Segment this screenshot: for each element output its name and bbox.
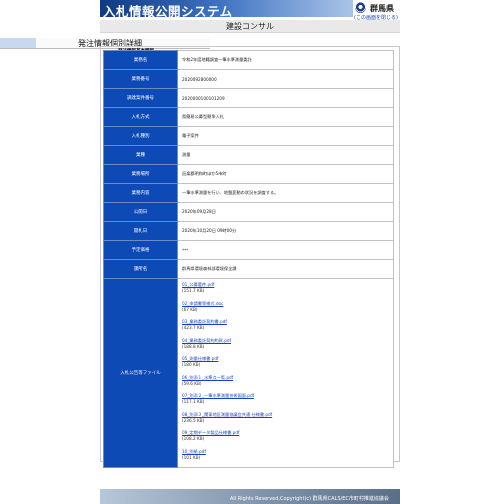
detail-row: 課所名 群馬県環境森林部環境保全課 — [103, 259, 394, 279]
files-row: 入札公告等ファイル 01_公募要件.pdf (151.7 KB) 02_申請書等様式.… — [103, 278, 394, 468]
detail-row: 開札日 2020年10月20日 09時00分 — [103, 221, 394, 241]
file-size: (67 KB) — [182, 306, 198, 312]
file-item: 02_申請書等様式.doc (67 KB) — [182, 301, 393, 313]
row-label: 業務場所 — [103, 164, 178, 184]
row-value: 令和2年度地籍調査一筆水準測量委託 — [177, 50, 394, 70]
files-label: 入札公告等ファイル — [103, 278, 178, 468]
section-accent — [0, 38, 36, 48]
row-label: 業種 — [103, 145, 178, 165]
file-size: (108.2 KB) — [182, 436, 205, 441]
row-label: 調達案件番号 — [103, 88, 178, 108]
detail-row: 入札種別 電子案件 — [103, 126, 394, 146]
row-label: 入札種別 — [103, 126, 178, 146]
detail-row: 業務内容 一筆水準測量を行い、地盤変動の状況を調査する。 — [103, 183, 394, 203]
file-size: (423.7 KB) — [182, 325, 205, 330]
file-size: (151.7 KB) — [182, 288, 205, 293]
detail-row: 業務場所 邑楽郡明和町ほか5市町 — [103, 164, 394, 184]
detail-table: 業務名 令和2年度地籍調査一筆水準測量委託 業務番号 2020092800000 調達案… — [103, 50, 394, 468]
detail-row: 予定価格 *** — [103, 240, 394, 260]
detail-row: 調達案件番号 2020000100101209 — [103, 88, 394, 108]
file-item: 07_別添２_一筆水準測量技術図面.pdf (117.1 KB) — [182, 393, 393, 405]
detail-row: 公開日 2020年09月28日 — [103, 202, 394, 222]
file-item: 06_別添１_水準点一覧.pdf (59.6 KB) — [182, 375, 393, 387]
prefecture-emblem-icon — [355, 2, 366, 13]
detail-row: 業種 測量 — [103, 145, 394, 165]
file-item: 03_業務委託契約書.pdf (423.7 KB) — [182, 319, 393, 331]
row-value: 一筆水準測量を行い、地盤変動の状況を調査する。 — [177, 183, 394, 203]
row-value: 2020092800000 — [177, 69, 394, 89]
file-size: (59.6 KB) — [182, 380, 202, 386]
app-title: 入札情報公開システム — [103, 4, 233, 19]
file-item: 08_別添３_関東地区測量協議会共通 仕様書.pdf (236.5 KB) — [182, 412, 393, 424]
detail-table-container: 業務名 令和2年度地籍調査一筆水準測量委託 業務番号 2020092800000 調達案… — [103, 50, 394, 468]
row-value: 測量 — [177, 145, 394, 165]
file-item: 09_定期データ製品仕様書.pdf (108.2 KB) — [182, 430, 393, 442]
file-size: (236.5 KB) — [182, 417, 205, 423]
file-list: 01_公募要件.pdf (151.7 KB) 02_申請書等様式.doc (67 KB… — [177, 278, 394, 468]
company-bar: 建設コンサル — [100, 20, 400, 33]
file-item: 10_別紙.pdf (101 KB) — [182, 449, 393, 461]
row-label: 課所名 — [103, 259, 178, 279]
row-label: 予定価格 — [103, 240, 178, 260]
row-value: 2020年10月20日 09時00分 — [177, 221, 394, 241]
row-value: 2020000100101209 — [177, 88, 394, 108]
detail-row: 業務番号 2020092800000 — [103, 69, 394, 89]
row-value: 電子案件 — [177, 126, 394, 146]
file-size: (117.1 KB) — [182, 399, 205, 404]
row-value: 群馬県環境森林部環境保全課 — [177, 259, 394, 279]
copyright-text: All Rights Reserved,Copyright(c) 群馬県CALS… — [230, 496, 389, 502]
row-label: 業務内容 — [103, 183, 178, 203]
prefecture-name: 群馬県 — [370, 4, 394, 13]
row-label: 開札日 — [103, 221, 178, 241]
file-item: 01_公募要件.pdf (151.7 KB) — [182, 282, 393, 294]
row-value: 邑楽郡明和町ほか5市町 — [177, 164, 394, 184]
row-value: 県簡易公募型競争入札 — [177, 107, 394, 127]
row-label: 業務番号 — [103, 69, 178, 89]
detail-row: 入札方式 県簡易公募型競争入札 — [103, 107, 394, 127]
file-size: (188.8 KB) — [182, 343, 205, 349]
row-label: 業務名 — [103, 50, 178, 70]
row-value: 2020年09月28日 — [177, 202, 394, 222]
row-value: *** — [177, 240, 394, 260]
file-item: 05_測量仕様書.pdf (180 KB) — [182, 356, 393, 368]
user-company-name: 建設コンサル — [226, 22, 274, 31]
file-item: 04_業務委託契約約款.pdf (188.8 KB) — [182, 338, 393, 350]
row-label: 入札方式 — [103, 107, 178, 127]
row-label: 公開日 — [103, 202, 178, 222]
file-size: (180 KB) — [182, 362, 201, 367]
file-size: (101 KB) — [182, 454, 201, 460]
detail-row: 業務名 令和2年度地籍調査一筆水準測量委託 — [103, 50, 394, 70]
